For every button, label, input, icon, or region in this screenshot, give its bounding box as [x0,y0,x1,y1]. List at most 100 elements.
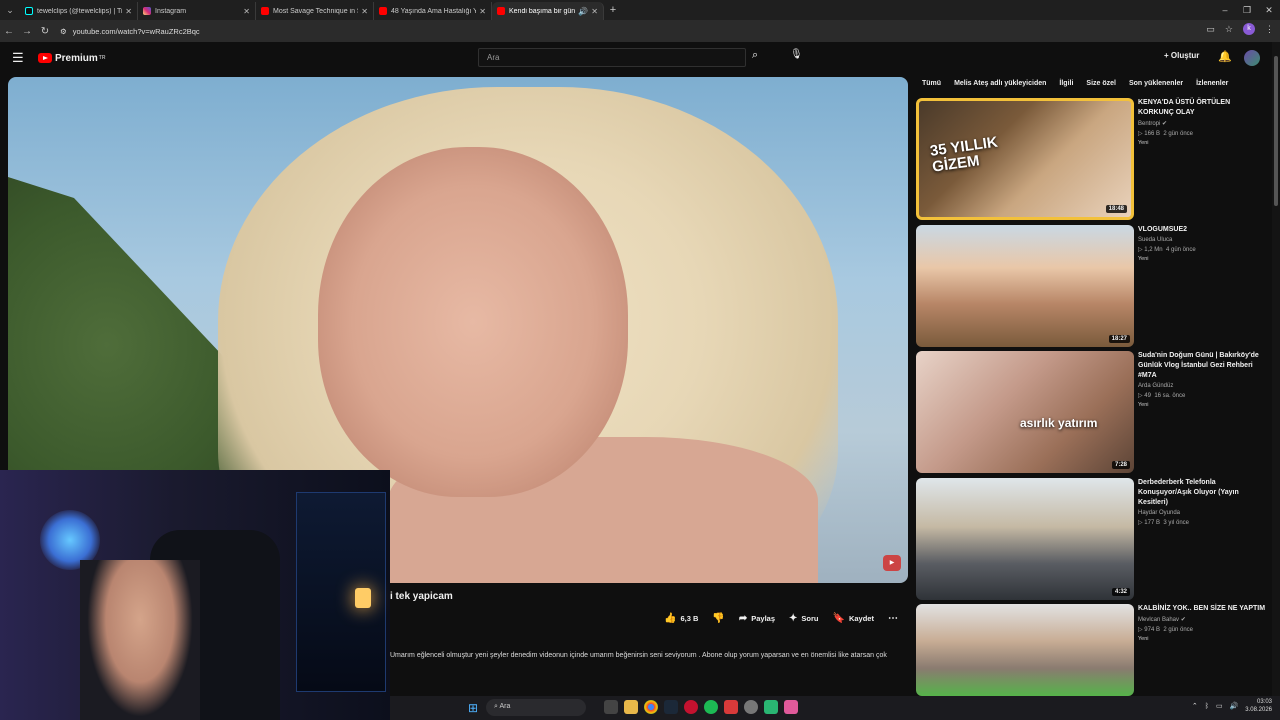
verified-icon: ✔ [1180,617,1186,623]
recommendation-thumbnail[interactable]: 18:27 [916,225,1134,347]
logo-text: Premium [55,52,98,64]
recommendation-item[interactable]: 35 YILLIK GİZEM 18:48 KENYA'DA ÜSTÜ ÖRTÜ… [916,98,1266,220]
windows-start-icon[interactable]: ⊞ [468,701,478,715]
chip-watched[interactable]: İzlenenler [1196,80,1228,87]
task-view-icon[interactable] [604,700,618,714]
close-tab-icon[interactable]: ✕ [361,7,368,16]
recommendation-item[interactable]: asırlık yatırım 7:28 Suda'nin Doğum Günü… [916,351,1266,473]
recommendation-thumbnail[interactable]: 4:32 [916,478,1134,600]
back-icon[interactable]: ← [0,26,18,37]
browser-tab-strip: ⌄ tewelclips (@tewelclips) | TikTo✕ Inst… [0,0,1280,20]
recommendation-title[interactable]: Derbederberk Telefonla Konuşuyor/Aşık Ol… [1138,478,1266,508]
save-button[interactable]: 🔖 Kaydet [833,613,874,624]
taskbar-search[interactable]: ⌕ Ara [486,699,586,716]
youtube-premium-logo[interactable]: Premium TR [38,53,105,64]
chip-from-uploader[interactable]: Melis Ateş adlı yükleyiciden [954,80,1046,87]
site-info-icon[interactable]: ⚙ [60,27,67,36]
minimize-icon[interactable]: – [1214,0,1236,20]
recommendation-channel[interactable]: Arda Gündüz [1138,383,1266,389]
play-count-icon: ▷ [1138,247,1143,253]
recommendation-thumbnail[interactable] [916,604,1134,696]
user-avatar[interactable] [1244,50,1260,66]
clock-date: 3.08.2026 [1245,707,1272,713]
webcam-lamp [355,588,371,608]
like-button[interactable]: 👍 6,3 B [664,613,698,624]
share-arrow-icon: ➦ [738,613,748,624]
cast-icon[interactable]: ▭ [1206,24,1215,35]
play-count-icon: ▷ [1138,131,1143,137]
bookmark-star-icon[interactable]: ☆ [1225,24,1233,35]
profile-avatar[interactable]: k [1243,23,1255,35]
recommendation-filter-chips: Tümü Melis Ateş adlı yükleyiciden İlgili… [922,80,1241,87]
recommendation-title[interactable]: VLOGUMSUE2 [1138,225,1266,235]
tray-chevron-icon[interactable]: ⌃ [1192,702,1198,710]
chip-for-you[interactable]: Size özel [1086,80,1116,87]
microphone-icon[interactable]: 🎙 [790,49,803,60]
recommendation-channel[interactable]: Mevlcan Bahav ✔ [1138,616,1266,623]
hamburger-menu-icon[interactable]: ☰ [12,50,26,66]
view-count: 49 [1144,393,1151,399]
speaker-icon[interactable]: 🔊 [578,7,588,16]
recommendation-title[interactable]: Suda'nin Doğum Günü | Bakırköy'de Günlük… [1138,351,1266,381]
notifications-bell-icon[interactable]: 🔔 [1218,50,1232,63]
channel-watermark-icon[interactable]: ▶ [883,555,901,571]
url-field[interactable]: ⚙ youtube.com/watch?v=wRauZRc2Bqc [60,23,1160,39]
browser-tab[interactable]: Instagram ✕ [138,2,256,20]
recommendation-thumbnail[interactable]: 35 YILLIK GİZEM 18:48 [916,98,1134,220]
chip-all[interactable]: Tümü [922,80,941,87]
volume-icon[interactable]: 🔊 [1230,702,1239,710]
recommendation-item[interactable]: KALBİNİZ YOK.. BEN SİZE NE YAPTIM Mevlca… [916,604,1266,696]
recommendation-channel[interactable]: Bentropi ✔ [1138,120,1266,127]
chip-related[interactable]: İlgili [1059,80,1073,87]
browser-app-icon[interactable] [784,700,798,714]
create-button[interactable]: + Oluştur [1164,51,1199,60]
chrome-icon[interactable] [644,700,658,714]
browser-tab[interactable]: 48 Yaşında Ama Hastalığı Yüzü✕ [374,2,492,20]
upload-age: 16 sa. önce [1154,393,1186,399]
search-icon[interactable]: ⌕ [752,49,758,62]
browser-menu-icon[interactable]: ⋮ [1265,24,1274,35]
address-bar-row: ← → ↻ ⚙ youtube.com/watch?v=wRauZRc2Bqc … [0,20,1280,42]
close-tab-icon[interactable]: ✕ [125,7,132,16]
recommendation-item[interactable]: 4:32 Derbederberk Telefonla Konuşuyor/Aş… [916,478,1266,600]
search-input[interactable]: Ara [478,48,746,67]
close-tab-icon[interactable]: ✕ [479,7,486,16]
recommendation-thumbnail[interactable]: asırlık yatırım 7:28 [916,351,1134,473]
forward-icon[interactable]: → [18,26,36,37]
bluetooth-icon[interactable]: ᛒ [1205,703,1209,710]
more-actions-button[interactable]: ⋯ [888,613,898,624]
page-scrollbar[interactable] [1272,42,1280,696]
browser-tab[interactable]: Most Savage Technique in Sum✕ [256,2,374,20]
browser-tab[interactable]: tewelclips (@tewelclips) | TikTo✕ [20,2,138,20]
recommendation-item[interactable]: 18:27 VLOGUMSUE2 Sueda Ulucа ▷ 1,2 Mn 4 … [916,225,1266,347]
duration-badge: 18:48 [1105,205,1127,213]
browser-tab-active[interactable]: Kendi başıma bir gün geçi🔊✕ [492,2,604,20]
tab-search-icon[interactable]: ⌄ [0,0,20,20]
ask-button[interactable]: ✦ Soru [789,613,818,624]
close-tab-icon[interactable]: ✕ [591,7,598,16]
view-count: 1,2 Mn [1144,247,1163,253]
close-window-icon[interactable]: ✕ [1258,0,1280,20]
spotify-icon[interactable] [704,700,718,714]
restore-icon[interactable]: ❐ [1236,0,1258,20]
chip-recently-uploaded[interactable]: Son yüklenenler [1129,80,1183,87]
settings-gear-icon[interactable] [744,700,758,714]
recommendation-channel[interactable]: Sueda Ulucа [1138,237,1266,243]
recommendation-title[interactable]: KENYA'DA ÜSTÜ ÖRTÜLEN KORKUNÇ OLAY [1138,98,1266,118]
video-description[interactable]: Umarım eğlenceli olmuştur yeni şeyler de… [390,651,900,661]
opera-icon[interactable] [684,700,698,714]
close-tab-icon[interactable]: ✕ [243,7,250,16]
steam-icon[interactable] [664,700,678,714]
obs-icon[interactable] [724,700,738,714]
share-button[interactable]: ➦ Paylaş [739,613,775,624]
dislike-button[interactable]: 👎 [712,613,724,624]
reload-icon[interactable]: ↻ [36,26,54,37]
recommendation-channel[interactable]: Haydar Oyunda [1138,510,1266,516]
recommendation-title[interactable]: KALBİNİZ YOK.. BEN SİZE NE YAPTIM [1138,604,1266,614]
network-icon[interactable]: ▭ [1216,702,1223,710]
file-explorer-icon[interactable] [624,700,638,714]
scrollbar-thumb[interactable] [1274,56,1278,206]
app-icon[interactable] [764,700,778,714]
new-tab-button[interactable]: + [604,4,622,16]
system-clock[interactable]: 03:03 3.08.2026 [1245,698,1272,714]
